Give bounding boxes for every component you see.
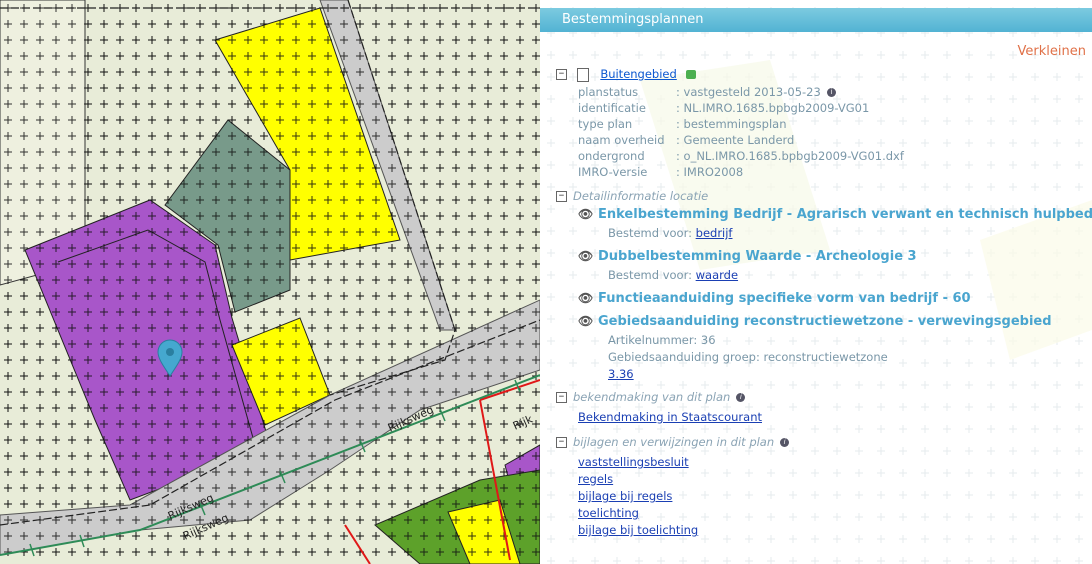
panel-content: − Buitengebied planstatus: vastgesteld 2… — [556, 64, 1092, 539]
plan-title-link[interactable]: Buitengebied — [600, 67, 677, 81]
bekendmaking-links: Bekendmaking in Staatscourant — [556, 409, 1092, 426]
bijlagen-section: − bijlagen en verwijzingen in dit plan i — [556, 434, 1092, 450]
binoculars-icon: 👁 — [578, 291, 594, 305]
field-imro-versie: IMRO-versie: IMRO2008 — [578, 165, 744, 179]
plan-row: − Buitengebied — [556, 64, 1092, 84]
link-3-36[interactable]: 3.36 — [608, 367, 634, 381]
document-icon — [576, 67, 589, 82]
field-planstatus: planstatus: vastgesteld 2013-05-23 i — [578, 84, 1092, 100]
link-bedrijf[interactable]: bedrijf — [696, 226, 733, 240]
lock-icon — [686, 70, 697, 79]
collapse-toggle-icon[interactable]: − — [556, 392, 567, 403]
panel-title: Bestemmingsplannen — [562, 12, 704, 27]
plan-fields: planstatus: vastgesteld 2013-05-23 i iden… — [556, 84, 1092, 180]
map-view[interactable]: Rijksweg Rijksweg Rijksweg Rijk — [0, 0, 540, 564]
detail-item-heading: 👁 Functieaanduiding specifieke vorm van b… — [556, 288, 1092, 309]
link-bijlage-toelichting[interactable]: bijlage bij toelichting — [578, 523, 698, 537]
link-vaststellingsbesluit[interactable]: vaststellingsbesluit — [578, 455, 689, 469]
detail-section: − Detailinformatie locatie — [556, 188, 1092, 204]
detail-item-heading: 👁 Gebiedsaanduiding reconstructiewetzone … — [556, 311, 1092, 332]
detail-item-heading: 👁 Enkelbestemming Bedrijf - Agrarisch ver… — [556, 204, 1092, 225]
link-waarde[interactable]: waarde — [696, 268, 738, 282]
link-bekendmaking[interactable]: Bekendmaking in Staatscourant — [578, 410, 762, 424]
field-naam-overheid: naam overheid: Gemeente Landerd — [578, 133, 795, 147]
detail-item-sub: Bestemd voor: bedrijf — [608, 226, 733, 240]
field-type-plan: type plan: bestemmingsplan — [578, 117, 787, 131]
shrink-link[interactable]: Verkleinen — [1018, 44, 1086, 59]
bijlagen-links: vaststellingsbesluit regels bijlage bij … — [556, 454, 1092, 539]
article-link-row: 3.36 — [556, 366, 1092, 383]
collapse-toggle-icon[interactable]: − — [556, 69, 567, 80]
info-icon[interactable]: i — [736, 393, 746, 402]
collapse-toggle-icon[interactable]: − — [556, 437, 567, 448]
info-icon[interactable]: i — [826, 88, 836, 97]
bestemmingsplannen-panel: Bestemmingsplannen Verkleinen − Buitenge… — [540, 0, 1092, 564]
link-bijlage-regels[interactable]: bijlage bij regels — [578, 489, 672, 503]
panel-header: Bestemmingsplannen — [540, 8, 1092, 32]
detail-item-sub: Bestemd voor: waarde — [608, 268, 739, 282]
article-number: Artikelnummer: 36 — [608, 333, 716, 347]
info-icon[interactable]: i — [780, 438, 790, 447]
detail-item-heading: 👁 Dubbelbestemming Waarde - Archeologie 3 — [556, 246, 1092, 267]
binoculars-icon: 👁 — [578, 249, 594, 263]
binoculars-icon: 👁 — [578, 314, 594, 328]
field-identificatie: identificatie: NL.IMRO.1685.bpbgb2009-VG… — [578, 101, 870, 115]
link-toelichting[interactable]: toelichting — [578, 506, 639, 520]
field-ondergrond: ondergrond: o_NL.IMRO.1685.bpbgb2009-VG0… — [578, 149, 904, 163]
collapse-toggle-icon[interactable]: − — [556, 191, 567, 202]
area-group: Gebiedsaanduiding groep: reconstructiewe… — [608, 350, 888, 364]
binoculars-icon: 👁 — [578, 207, 594, 221]
bekendmaking-section: − bekendmaking van dit plan i — [556, 389, 1092, 405]
link-regels[interactable]: regels — [578, 472, 613, 486]
